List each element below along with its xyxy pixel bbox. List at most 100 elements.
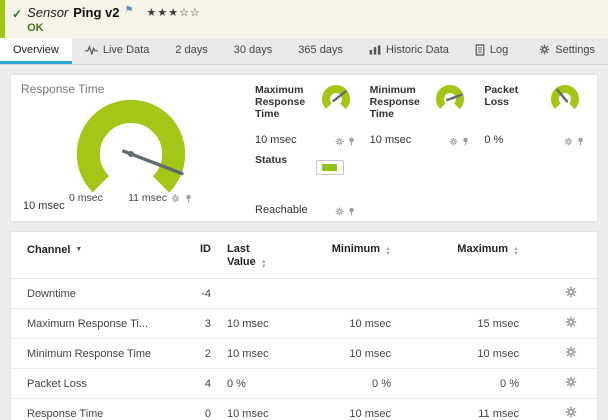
sensor-kind-label: Sensor (27, 5, 69, 20)
tab-historic-data-label: Historic Data (385, 43, 449, 56)
channel-name: Response Time (11, 398, 179, 420)
channel-maximum: 15 msec (399, 308, 527, 339)
gauge-gear-icon[interactable] (171, 194, 180, 203)
sensor-header-text: Sensor Ping v2 ⚑ ★★★☆☆ OK (27, 5, 201, 34)
gauge-pin-icon[interactable] (461, 137, 470, 146)
gauge-gear-icon[interactable] (564, 137, 573, 146)
gauge-label: Maximum Response Time (255, 84, 306, 120)
channel-settings-icon[interactable] (565, 316, 577, 328)
gauge-pin-icon[interactable] (576, 137, 585, 146)
column-header-minimum[interactable]: Minimum ▲ ▼ (281, 232, 399, 279)
gauge-scale-max: 11 msec (128, 192, 167, 204)
channel-settings-icon[interactable] (565, 346, 577, 358)
sort-arrows-icon: ▲ ▼ (385, 246, 391, 257)
maximum-response-time-gauge (321, 85, 350, 113)
tab-settings-label: Settings (555, 43, 595, 56)
channel-settings-icon[interactable] (565, 286, 577, 298)
status-tile: Status Reachable (255, 154, 356, 218)
column-header-id[interactable]: ID (179, 232, 219, 279)
gauge-gear-icon[interactable] (335, 207, 344, 216)
channel-minimum: 10 msec (281, 398, 399, 420)
channel-id: 4 (179, 368, 219, 399)
gauge-gear-icon[interactable] (335, 137, 344, 146)
tab-historic-data[interactable]: Historic Data (356, 38, 462, 64)
channel-minimum: 10 msec (281, 308, 399, 339)
channel-last-value: 10 msec (219, 338, 281, 369)
gauge-label: Minimum Response Time (369, 84, 420, 120)
channel-name: Minimum Response Time (11, 338, 179, 369)
gauge-tile-minimum-response-time: Minimum Response Time 10 msec (370, 84, 471, 148)
tab-settings[interactable]: Settings (526, 38, 608, 64)
gauge-gear-icon[interactable] (449, 137, 458, 146)
ok-check-icon: ✓ (12, 7, 23, 21)
channel-name: Downtime (11, 278, 179, 309)
sensor-page: ✓ Sensor Ping v2 ⚑ ★★★☆☆ OK Overview Liv… (0, 0, 608, 420)
gauge-label: Packet Loss (484, 84, 519, 108)
table-row-response-time[interactable]: Response Time 0 10 msec 10 msec 11 msec (11, 398, 597, 420)
tab-bar: Overview Live Data 2 days 30 days 365 da… (0, 38, 608, 65)
gauge-tile-maximum-response-time: Maximum Response Time 10 msec (255, 84, 356, 148)
channel-maximum (399, 278, 527, 309)
sensor-status-badge: OK (27, 22, 44, 34)
sensor-title: Ping v2 (73, 5, 120, 20)
live-data-icon (85, 45, 98, 55)
column-header-channel[interactable]: Channel ▼ (11, 232, 179, 279)
gauge-pin-icon[interactable] (347, 207, 356, 216)
table-row-maximum-response-time[interactable]: Maximum Response Ti... 3 10 msec 10 msec… (11, 308, 597, 339)
log-icon (475, 44, 485, 56)
column-header-maximum[interactable]: Maximum ▲ ▼ (399, 232, 527, 279)
status-led-green (322, 164, 338, 171)
gauge-scale-min: 0 msec (69, 192, 103, 204)
status-led-indicator (315, 160, 344, 175)
column-header-actions (527, 232, 597, 279)
priority-stars[interactable]: ★★★☆☆ (146, 6, 200, 19)
overview-panel: Response Time 0 msec 11 msec 10 msec Max… (10, 74, 598, 222)
tab-365-days-label: 365 days (298, 43, 343, 56)
channel-settings-icon[interactable] (565, 406, 577, 418)
channel-name: Maximum Response Ti... (11, 308, 179, 339)
channel-last-value (219, 278, 281, 309)
tab-live-data[interactable]: Live Data (72, 38, 162, 64)
gauge-pin-icon[interactable] (347, 137, 356, 146)
gauge-value: 10 msec (255, 134, 297, 146)
status-value: Reachable (255, 204, 308, 216)
tab-overview-label: Overview (13, 43, 59, 56)
tab-365-days[interactable]: 365 days (285, 38, 356, 64)
tab-30-days-label: 30 days (233, 43, 273, 56)
channel-maximum: 10 msec (399, 338, 527, 369)
tab-live-data-label: Live Data (102, 43, 150, 56)
channel-id: 3 (179, 308, 219, 339)
sensor-header: ✓ Sensor Ping v2 ⚑ ★★★☆☆ OK (0, 0, 608, 38)
sort-arrows-icon: ▲ ▼ (513, 246, 519, 257)
channel-table: Channel ▼ ID Last Value ▲ ▼ Minimum ▲ ▼ Maxim… (11, 232, 597, 420)
channel-sort-caret-icon: ▼ (75, 246, 83, 253)
channel-maximum: 0 % (399, 368, 527, 399)
gauge-pin-icon[interactable] (184, 194, 193, 203)
tab-2-days-label: 2 days (175, 43, 208, 56)
status-label: Status (255, 154, 288, 166)
historic-data-icon (369, 45, 381, 55)
gauge-tile-packet-loss: Packet Loss 0 % (484, 84, 585, 148)
table-row-packet-loss[interactable]: Packet Loss 4 0 % 0 % 0 % (11, 368, 597, 399)
tab-overview[interactable]: Overview (0, 38, 72, 64)
channel-settings-icon[interactable] (565, 376, 577, 388)
tab-2-days[interactable]: 2 days (162, 38, 220, 64)
table-row-downtime[interactable]: Downtime -4 (11, 278, 597, 309)
minimum-response-time-gauge (436, 85, 465, 113)
channel-table-panel: Channel ▼ ID Last Value ▲ ▼ Minimum ▲ ▼ Maxim… (10, 231, 598, 420)
table-row-minimum-response-time[interactable]: Minimum Response Time 2 10 msec 10 msec … (11, 338, 597, 369)
channel-last-value: 0 % (219, 368, 281, 399)
column-header-last-value[interactable]: Last Value ▲ ▼ (219, 232, 281, 279)
small-gauge-grid: Maximum Response Time 10 msec Minimum Re… (251, 75, 597, 221)
channel-minimum: 10 msec (281, 338, 399, 369)
sort-arrows-icon: ▲ ▼ (260, 259, 267, 270)
tab-30-days[interactable]: 30 days (221, 38, 286, 64)
tab-log[interactable]: Log (462, 38, 521, 64)
gauge-value: 10 msec (369, 134, 412, 146)
main-gauge-value: 10 msec (23, 200, 65, 212)
response-time-gauge-tile: Response Time 0 msec 11 msec 10 msec (11, 75, 251, 221)
channel-maximum: 11 msec (399, 398, 527, 420)
gauge-value: 0 % (484, 134, 504, 146)
channel-last-value: 10 msec (219, 398, 281, 420)
priority-flag-icon[interactable]: ⚑ (125, 5, 134, 16)
